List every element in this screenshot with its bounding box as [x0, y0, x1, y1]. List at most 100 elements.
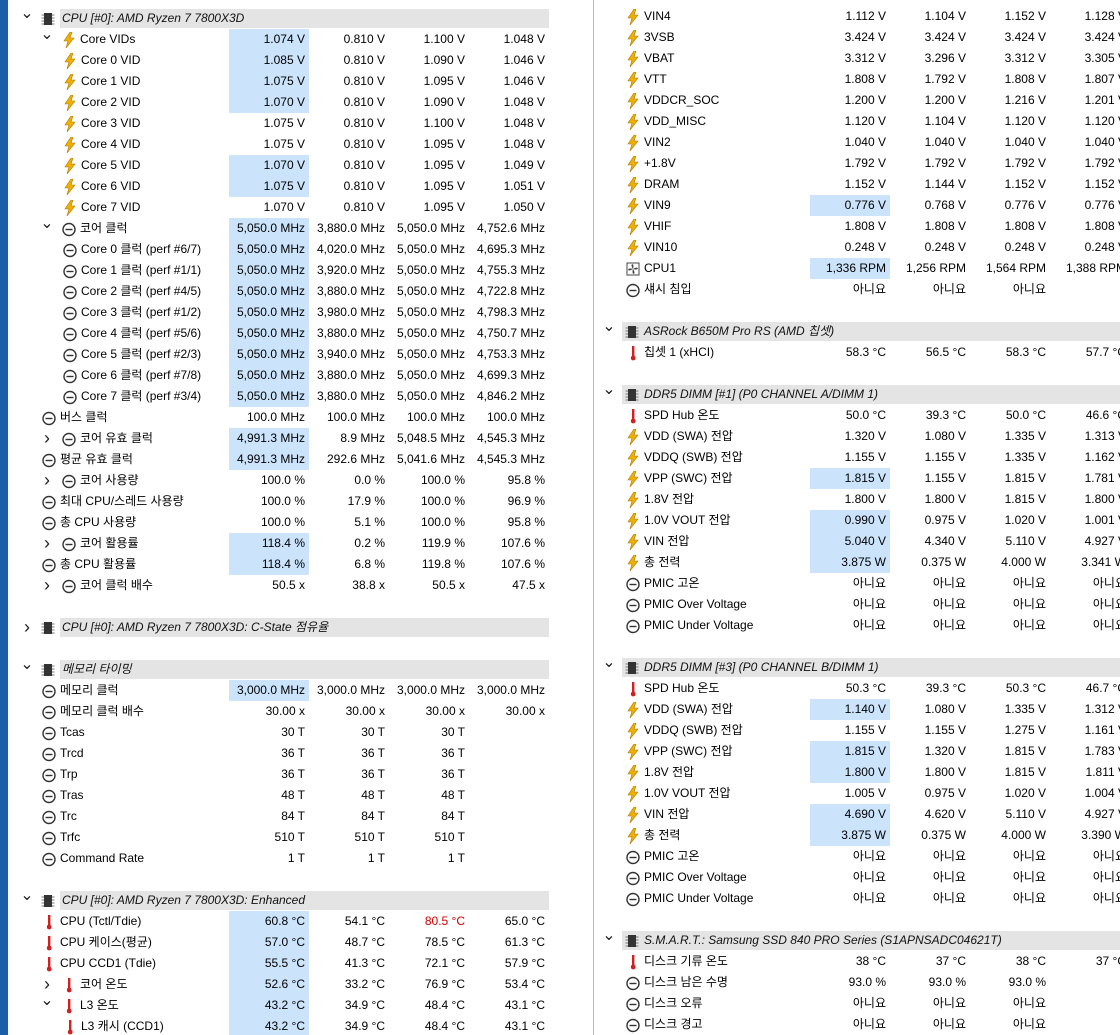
- sensor-group-header[interactable]: ⌄ CPU [#0]: AMD Ryzen 7 7800X3D: [8, 6, 549, 29]
- sensor-row[interactable]: PMIC Over Voltage 아니요 아니요 아니요 아니요: [594, 594, 1120, 615]
- sensor-group-header[interactable]: › CPU [#0]: AMD Ryzen 7 7800X3D: C-State …: [8, 617, 549, 638]
- sensor-row[interactable]: Core 6 VID 1.075 V 0.810 V 1.095 V 1.051 V: [8, 176, 549, 197]
- sensor-row[interactable]: Core 5 클럭 (perf #2/3) 5,050.0 MHz 3,940.0 …: [8, 344, 549, 365]
- sensor-row[interactable]: Core 4 클럭 (perf #5/6) 5,050.0 MHz 3,880.0 …: [8, 323, 549, 344]
- sensor-row[interactable]: 버스 클럭 100.0 MHz 100.0 MHz 100.0 MHz 100.0 MH…: [8, 407, 549, 428]
- sensor-row[interactable]: 총 전력 3.875 W 0.375 W 4.000 W 3.390 W: [594, 825, 1120, 846]
- sensor-row[interactable]: VDDCR_SOC 1.200 V 1.200 V 1.216 V 1.201 V: [594, 90, 1120, 111]
- sensor-row[interactable]: SPD Hub 온도 50.0 °C 39.3 °C 50.0 °C 46.6 °C: [594, 405, 1120, 426]
- collapse-chevron-icon[interactable]: ⌄: [602, 319, 616, 342]
- sensor-row[interactable]: PMIC Under Voltage 아니요 아니요 아니요 아니요: [594, 615, 1120, 636]
- sensor-row[interactable]: 1.0V VOUT 전압 0.990 V 0.975 V 1.020 V 1.001 V: [594, 510, 1120, 531]
- sensor-row[interactable]: VIN9 0.776 V 0.768 V 0.776 V 0.776 V: [594, 195, 1120, 216]
- sensor-row[interactable]: › 코어 유효 클럭 4,991.3 MHz 8.9 MHz 5,048.5 MHz 4,…: [8, 428, 549, 449]
- sensor-row[interactable]: CPU 케이스(평균) 57.0 °C 48.7 °C 78.5 °C 61.3 °C: [8, 932, 549, 953]
- sensor-row[interactable]: VPP (SWC) 전압 1.815 V 1.320 V 1.815 V 1.783 V: [594, 741, 1120, 762]
- sensor-row[interactable]: PMIC Under Voltage 아니요 아니요 아니요 아니요: [594, 888, 1120, 909]
- sensor-row[interactable]: 1.0V VOUT 전압 1.005 V 0.975 V 1.020 V 1.004 V: [594, 783, 1120, 804]
- sensor-row[interactable]: 칩셋 1 (xHCI) 58.3 °C 56.5 °C 58.3 °C 57.7 °C: [594, 342, 1120, 363]
- sensor-row[interactable]: Core 0 클럭 (perf #6/7) 5,050.0 MHz 4,020.0 …: [8, 239, 549, 260]
- sensor-row[interactable]: Command Rate 1 T 1 T 1 T: [8, 848, 549, 869]
- sensor-row[interactable]: ⌄ L3 온도 43.2 °C 34.9 °C 48.4 °C 43.1 °C: [8, 993, 549, 1016]
- sensor-row[interactable]: Core 0 VID 1.085 V 0.810 V 1.090 V 1.046 V: [8, 50, 549, 71]
- sensor-row[interactable]: 메모리 클럭 3,000.0 MHz 3,000.0 MHz 3,000.0 MHz 3…: [8, 680, 549, 701]
- sensor-row[interactable]: Core 5 VID 1.070 V 0.810 V 1.095 V 1.049 V: [8, 155, 549, 176]
- sensor-row[interactable]: 평균 유효 클럭 4,991.3 MHz 292.6 MHz 5,041.6 MHz 4…: [8, 449, 549, 470]
- sensor-row[interactable]: 총 CPU 사용량 100.0 % 5.1 % 100.0 % 95.8 %: [8, 512, 549, 533]
- sensor-row[interactable]: VHIF 1.808 V 1.808 V 1.808 V 1.808 V: [594, 216, 1120, 237]
- sensor-row[interactable]: L3 캐시 (CCD1) 43.2 °C 34.9 °C 48.4 °C 43.1 °C: [8, 1016, 549, 1035]
- sensor-row[interactable]: CPU1 1,336 RPM 1,256 RPM 1,564 RPM 1,388 RPM: [594, 258, 1120, 279]
- sensor-row[interactable]: +1.8V 1.792 V 1.792 V 1.792 V 1.792 V: [594, 153, 1120, 174]
- sensor-row[interactable]: CPU (Tctl/Tdie) 60.8 °C 54.1 °C 80.5 °C 65.0…: [8, 911, 549, 932]
- sensor-row[interactable]: Core 7 클럭 (perf #3/4) 5,050.0 MHz 3,880.0 …: [8, 386, 549, 407]
- sensor-row[interactable]: 1.8V 전압 1.800 V 1.800 V 1.815 V 1.800 V: [594, 489, 1120, 510]
- sensor-row[interactable]: 디스크 오류 아니요 아니요 아니요: [594, 993, 1120, 1014]
- expand-chevron-icon[interactable]: ›: [40, 533, 54, 554]
- sensor-group-header[interactable]: ⌄ S.M.A.R.T.: Samsung SSD 840 PRO Series …: [594, 928, 1120, 951]
- sensor-row[interactable]: VIN10 0.248 V 0.248 V 0.248 V 0.248 V: [594, 237, 1120, 258]
- sensor-row[interactable]: Tcas 30 T 30 T 30 T: [8, 722, 549, 743]
- sensor-row[interactable]: 총 CPU 활용률 118.4 % 6.8 % 119.8 % 107.6 %: [8, 554, 549, 575]
- sensor-row[interactable]: Core 1 VID 1.075 V 0.810 V 1.095 V 1.046 V: [8, 71, 549, 92]
- sensor-row[interactable]: 1.8V 전압 1.800 V 1.800 V 1.815 V 1.811 V: [594, 762, 1120, 783]
- expand-chevron-icon[interactable]: ›: [40, 470, 54, 491]
- sensor-row[interactable]: › 코어 활용률 118.4 % 0.2 % 119.9 % 107.6 %: [8, 533, 549, 554]
- sensor-row[interactable]: Core 2 클럭 (perf #4/5) 5,050.0 MHz 3,880.0 …: [8, 281, 549, 302]
- sensor-row[interactable]: 섀시 침입 아니요 아니요 아니요: [594, 279, 1120, 300]
- sensor-row[interactable]: 최대 CPU/스레드 사용량 100.0 % 17.9 % 100.0 % 96.9 %: [8, 491, 549, 512]
- sensor-row[interactable]: SPD Hub 온도 50.3 °C 39.3 °C 50.3 °C 46.7 °C: [594, 678, 1120, 699]
- sensor-row[interactable]: VDDQ (SWB) 전압 1.155 V 1.155 V 1.335 V 1.162 …: [594, 447, 1120, 468]
- sensor-row[interactable]: VDD (SWA) 전압 1.320 V 1.080 V 1.335 V 1.313 V: [594, 426, 1120, 447]
- sensor-row[interactable]: PMIC 고온 아니요 아니요 아니요 아니요: [594, 846, 1120, 867]
- expand-chevron-icon[interactable]: ›: [40, 428, 54, 449]
- sensor-row[interactable]: › 코어 사용량 100.0 % 0.0 % 100.0 % 95.8 %: [8, 470, 549, 491]
- sensor-group-header[interactable]: ⌄ DDR5 DIMM [#3] (P0 CHANNEL B/DIMM 1): [594, 655, 1120, 678]
- sensor-group-header[interactable]: ⌄ ASRock B650M Pro RS (AMD 칩셋): [594, 319, 1120, 342]
- sensor-row[interactable]: PMIC 고온 아니요 아니요 아니요 아니요: [594, 573, 1120, 594]
- sensor-row[interactable]: Core 3 클럭 (perf #1/2) 5,050.0 MHz 3,980.0 …: [8, 302, 549, 323]
- collapse-chevron-icon[interactable]: ⌄: [20, 6, 34, 29]
- expand-chevron-icon[interactable]: ›: [40, 575, 54, 596]
- sensor-row[interactable]: 디스크 경고 아니요 아니요 아니요: [594, 1014, 1120, 1035]
- sensor-row[interactable]: Trfc 510 T 510 T 510 T: [8, 827, 549, 848]
- sensor-row[interactable]: PMIC Over Voltage 아니요 아니요 아니요 아니요: [594, 867, 1120, 888]
- sensor-row[interactable]: Trp 36 T 36 T 36 T: [8, 764, 549, 785]
- sensor-row[interactable]: › 코어 클럭 배수 50.5 x 38.8 x 50.5 x 47.5 x: [8, 575, 549, 596]
- sensor-row[interactable]: VIN 전압 5.040 V 4.340 V 5.110 V 4.927 V: [594, 531, 1120, 552]
- collapse-chevron-icon[interactable]: ⌄: [20, 888, 34, 911]
- sensor-row[interactable]: Core 3 VID 1.075 V 0.810 V 1.100 V 1.048 V: [8, 113, 549, 134]
- sensor-row[interactable]: VDDQ (SWB) 전압 1.155 V 1.155 V 1.275 V 1.161 …: [594, 720, 1120, 741]
- sensor-row[interactable]: › 코어 온도 52.6 °C 33.2 °C 76.9 °C 53.4 °C: [8, 974, 549, 995]
- sensor-row[interactable]: Core 2 VID 1.070 V 0.810 V 1.090 V 1.048 V: [8, 92, 549, 113]
- sensor-row[interactable]: VIN 전압 4.690 V 4.620 V 5.110 V 4.927 V: [594, 804, 1120, 825]
- sensor-row[interactable]: Trcd 36 T 36 T 36 T: [8, 743, 549, 764]
- sensor-row[interactable]: Core 6 클럭 (perf #7/8) 5,050.0 MHz 3,880.0 …: [8, 365, 549, 386]
- sensor-group-header[interactable]: ⌄ CPU [#0]: AMD Ryzen 7 7800X3D: Enhanced: [8, 888, 549, 911]
- sensor-row[interactable]: VTT 1.808 V 1.792 V 1.808 V 1.807 V: [594, 69, 1120, 90]
- sensor-row[interactable]: CPU CCD1 (Tdie) 55.5 °C 41.3 °C 72.1 °C 57.9…: [8, 953, 549, 974]
- sensor-row[interactable]: ⌄ Core VIDs 1.074 V 0.810 V 1.100 V 1.048 V: [8, 27, 549, 50]
- sensor-row[interactable]: VDD_MISC 1.120 V 1.104 V 1.120 V 1.120 V: [594, 111, 1120, 132]
- collapse-chevron-icon[interactable]: ⌄: [40, 216, 54, 239]
- sensor-row[interactable]: Trc 84 T 84 T 84 T: [8, 806, 549, 827]
- sensor-row[interactable]: VPP (SWC) 전압 1.815 V 1.155 V 1.815 V 1.781 V: [594, 468, 1120, 489]
- sensor-row[interactable]: Tras 48 T 48 T 48 T: [8, 785, 549, 806]
- sensor-row[interactable]: 디스크 기류 온도 38 °C 37 °C 38 °C 37 °C: [594, 951, 1120, 972]
- collapse-chevron-icon[interactable]: ⌄: [40, 993, 54, 1016]
- collapse-chevron-icon[interactable]: ⌄: [602, 928, 616, 951]
- sensor-row[interactable]: Core 1 클럭 (perf #1/1) 5,050.0 MHz 3,920.0 …: [8, 260, 549, 281]
- sensor-row[interactable]: VBAT 3.312 V 3.296 V 3.312 V 3.305 V: [594, 48, 1120, 69]
- collapse-chevron-icon[interactable]: ⌄: [602, 655, 616, 678]
- sensor-row[interactable]: DRAM 1.152 V 1.144 V 1.152 V 1.152 V: [594, 174, 1120, 195]
- sensor-group-header[interactable]: ⌄ 메모리 타이밍: [8, 657, 549, 680]
- sensor-group-header[interactable]: ⌄ DDR5 DIMM [#1] (P0 CHANNEL A/DIMM 1): [594, 382, 1120, 405]
- sensor-row[interactable]: VIN4 1.112 V 1.104 V 1.152 V 1.128 V: [594, 6, 1120, 27]
- sensor-row[interactable]: Core 7 VID 1.070 V 0.810 V 1.095 V 1.050 V: [8, 197, 549, 218]
- sensor-row[interactable]: VDD (SWA) 전압 1.140 V 1.080 V 1.335 V 1.312 V: [594, 699, 1120, 720]
- expand-chevron-icon[interactable]: ›: [20, 617, 34, 638]
- sensor-row[interactable]: 메모리 클럭 배수 30.00 x 30.00 x 30.00 x 30.00 x: [8, 701, 549, 722]
- sensor-row[interactable]: 총 전력 3.875 W 0.375 W 4.000 W 3.341 W: [594, 552, 1120, 573]
- sensor-row[interactable]: ⌄ 코어 클럭 5,050.0 MHz 3,880.0 MHz 5,050.0 MHz 4…: [8, 216, 549, 239]
- collapse-chevron-icon[interactable]: ⌄: [602, 382, 616, 405]
